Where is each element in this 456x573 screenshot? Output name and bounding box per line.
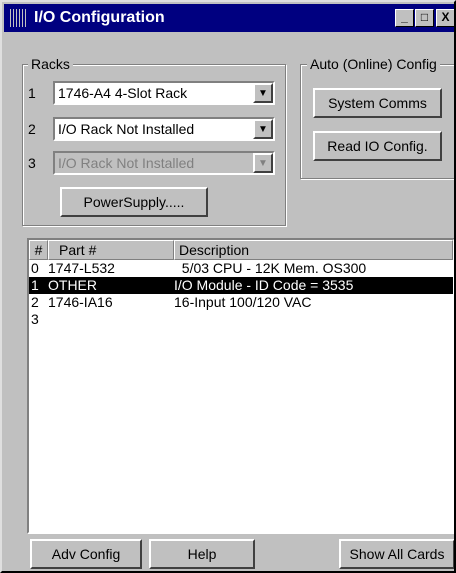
column-header-description[interactable]: Description: [174, 240, 453, 260]
auto-config-legend: Auto (Online) Config: [307, 56, 440, 72]
rack-2-select[interactable]: I/O Rack Not Installed ▼: [53, 117, 275, 141]
system-comms-label: System Comms: [328, 95, 427, 111]
rack-3-value: I/O Rack Not Installed: [58, 155, 195, 171]
module-list[interactable]: # Part # Description 0 1747-L532 5/03 CP…: [27, 238, 454, 534]
rack-3-select: I/O Rack Not Installed ▼: [53, 151, 275, 175]
read-io-config-label: Read IO Config.: [327, 138, 428, 154]
show-all-cards-label: Show All Cards: [349, 546, 445, 562]
part-number: 1746-IA16: [48, 294, 113, 310]
rack-1-select[interactable]: 1746-A4 4-Slot Rack ▼: [53, 81, 275, 105]
title-bar[interactable]: I/O Configuration _ □ X: [4, 4, 454, 32]
slot-number: 0: [31, 260, 39, 276]
racks-legend: Racks: [28, 56, 73, 72]
rack-2-number: 2: [28, 121, 36, 137]
dropdown-arrow-icon: ▼: [253, 153, 273, 173]
column-header-part[interactable]: Part #: [48, 240, 174, 260]
auto-config-group: Auto (Online) Config: [300, 56, 454, 179]
rack-3-number: 3: [28, 155, 36, 171]
part-number: 1747-L532: [48, 260, 115, 276]
column-header-num[interactable]: #: [29, 240, 48, 260]
module-description: 16-Input 100/120 VAC: [174, 294, 312, 310]
adv-config-button[interactable]: Adv Config: [30, 539, 142, 569]
dropdown-arrow-icon[interactable]: ▼: [253, 119, 273, 139]
power-supply-label: PowerSupply.....: [83, 194, 185, 210]
rack-1-value: 1746-A4 4-Slot Rack: [58, 85, 188, 101]
close-button[interactable]: X: [436, 9, 454, 27]
rack-2-value: I/O Rack Not Installed: [58, 121, 195, 137]
read-io-config-button[interactable]: Read IO Config.: [313, 131, 442, 161]
slot-number: 3: [31, 311, 39, 327]
window-title: I/O Configuration: [34, 9, 165, 26]
slot-number: 1: [31, 277, 39, 293]
module-row-1[interactable]: 1 OTHER I/O Module - ID Code = 3535: [29, 277, 453, 294]
power-supply-button[interactable]: PowerSupply.....: [60, 187, 208, 217]
help-label: Help: [187, 546, 217, 562]
dropdown-arrow-icon[interactable]: ▼: [253, 83, 273, 103]
show-all-cards-button[interactable]: Show All Cards: [339, 539, 454, 569]
window-menu-icon[interactable]: [10, 9, 28, 27]
adv-config-label: Adv Config: [51, 546, 121, 562]
minimize-button[interactable]: _: [395, 9, 414, 27]
io-configuration-window: I/O Configuration _ □ X Racks 1 1746-A4 …: [0, 0, 456, 573]
module-row-2[interactable]: 2 1746-IA16 16-Input 100/120 VAC: [29, 294, 453, 311]
maximize-button[interactable]: □: [415, 9, 434, 27]
module-description: I/O Module - ID Code = 3535: [174, 277, 354, 293]
part-number: OTHER: [48, 277, 97, 293]
help-button[interactable]: Help: [149, 539, 255, 569]
module-row-3[interactable]: 3: [29, 311, 453, 328]
module-description: 5/03 CPU - 12K Mem. OS300: [174, 260, 367, 276]
module-row-0[interactable]: 0 1747-L532 5/03 CPU - 12K Mem. OS300: [29, 260, 453, 277]
slot-number: 2: [31, 294, 39, 310]
rack-1-number: 1: [28, 85, 36, 101]
system-comms-button[interactable]: System Comms: [313, 88, 442, 118]
